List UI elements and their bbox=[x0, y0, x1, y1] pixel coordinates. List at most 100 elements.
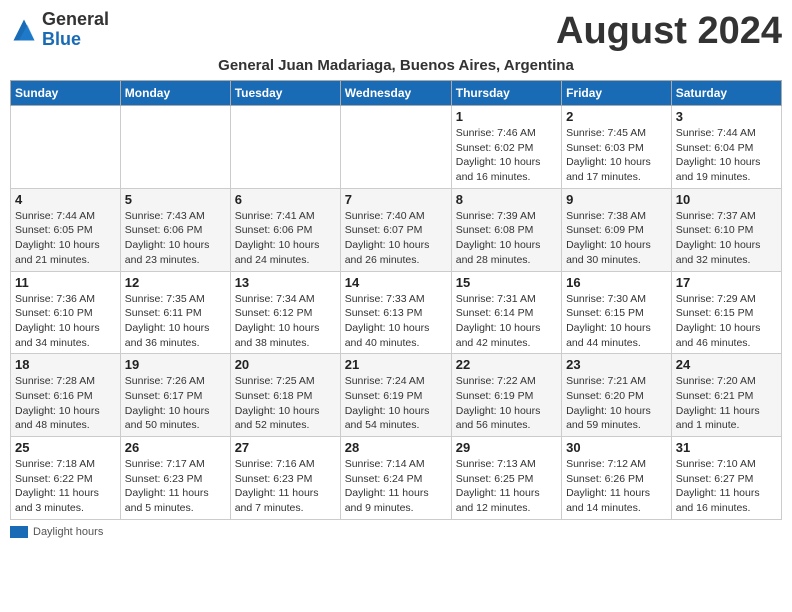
day-cell: 7 Sunrise: 7:40 AM Sunset: 6:07 PM Daylig… bbox=[340, 188, 451, 271]
day-number: 28 bbox=[345, 440, 447, 455]
day-cell: 31Sunrise: 7:10 AM Sunset: 6:27 PM Dayli… bbox=[671, 437, 781, 520]
day-number: 12 bbox=[125, 275, 226, 290]
day-number: 7 bbox=[345, 192, 447, 207]
day-cell: 17Sunrise: 7:29 AM Sunset: 6:15 PM Dayli… bbox=[671, 271, 781, 354]
day-number: 26 bbox=[125, 440, 226, 455]
day-detail: Sunrise: 7:29 AM Sunset: 6:15 PM Dayligh… bbox=[676, 292, 777, 351]
day-detail: Sunrise: 7:13 AM Sunset: 6:25 PM Dayligh… bbox=[456, 457, 557, 516]
day-cell bbox=[340, 106, 451, 189]
header-day: Thursday bbox=[451, 81, 561, 106]
day-detail: Sunrise: 7:37 AM Sunset: 6:10 PM Dayligh… bbox=[676, 209, 777, 268]
location-title: General Juan Madariaga, Buenos Aires, Ar… bbox=[10, 57, 782, 74]
calendar-body: 1 Sunrise: 7:46 AM Sunset: 6:02 PM Daylig… bbox=[11, 106, 782, 520]
day-number: 30 bbox=[566, 440, 667, 455]
day-number: 4 bbox=[15, 192, 116, 207]
day-cell: 23Sunrise: 7:21 AM Sunset: 6:20 PM Dayli… bbox=[562, 354, 672, 437]
logo-text: General Blue bbox=[42, 10, 109, 50]
day-detail: Sunrise: 7:40 AM Sunset: 6:07 PM Dayligh… bbox=[345, 209, 447, 268]
logo: General Blue bbox=[10, 10, 109, 50]
calendar-header: SundayMondayTuesdayWednesdayThursdayFrid… bbox=[11, 81, 782, 106]
day-detail: Sunrise: 7:14 AM Sunset: 6:24 PM Dayligh… bbox=[345, 457, 447, 516]
day-number: 6 bbox=[235, 192, 336, 207]
day-detail: Sunrise: 7:33 AM Sunset: 6:13 PM Dayligh… bbox=[345, 292, 447, 351]
week-row: 25 Sunrise: 7:18 AM Sunset: 6:22 PM Dayli… bbox=[11, 437, 782, 520]
day-cell: 11Sunrise: 7:36 AM Sunset: 6:10 PM Dayli… bbox=[11, 271, 121, 354]
day-cell: 26 Sunrise: 7:17 AM Sunset: 6:23 PM Dayli… bbox=[120, 437, 230, 520]
day-number: 8 bbox=[456, 192, 557, 207]
day-detail: Sunrise: 7:18 AM Sunset: 6:22 PM Dayligh… bbox=[15, 457, 116, 516]
day-number: 22 bbox=[456, 357, 557, 372]
day-number: 27 bbox=[235, 440, 336, 455]
day-number: 10 bbox=[676, 192, 777, 207]
day-detail: Sunrise: 7:30 AM Sunset: 6:15 PM Dayligh… bbox=[566, 292, 667, 351]
day-cell: 24 Sunrise: 7:20 AM Sunset: 6:21 PM Dayli… bbox=[671, 354, 781, 437]
day-cell: 5 Sunrise: 7:43 AM Sunset: 6:06 PM Daylig… bbox=[120, 188, 230, 271]
day-detail: Sunrise: 7:43 AM Sunset: 6:06 PM Dayligh… bbox=[125, 209, 226, 268]
logo-general: General bbox=[42, 10, 109, 30]
day-cell: 22Sunrise: 7:22 AM Sunset: 6:19 PM Dayli… bbox=[451, 354, 561, 437]
day-cell bbox=[11, 106, 121, 189]
day-detail: Sunrise: 7:16 AM Sunset: 6:23 PM Dayligh… bbox=[235, 457, 336, 516]
header-day: Saturday bbox=[671, 81, 781, 106]
day-cell: 14 Sunrise: 7:33 AM Sunset: 6:13 PM Dayli… bbox=[340, 271, 451, 354]
day-cell: 21 Sunrise: 7:24 AM Sunset: 6:19 PM Dayli… bbox=[340, 354, 451, 437]
day-cell: 27 Sunrise: 7:16 AM Sunset: 6:23 PM Dayli… bbox=[230, 437, 340, 520]
day-detail: Sunrise: 7:34 AM Sunset: 6:12 PM Dayligh… bbox=[235, 292, 336, 351]
day-cell: 13 Sunrise: 7:34 AM Sunset: 6:12 PM Dayli… bbox=[230, 271, 340, 354]
day-number: 19 bbox=[125, 357, 226, 372]
day-detail: Sunrise: 7:46 AM Sunset: 6:02 PM Dayligh… bbox=[456, 126, 557, 185]
header-day: Sunday bbox=[11, 81, 121, 106]
day-detail: Sunrise: 7:20 AM Sunset: 6:21 PM Dayligh… bbox=[676, 374, 777, 433]
day-cell: 15Sunrise: 7:31 AM Sunset: 6:14 PM Dayli… bbox=[451, 271, 561, 354]
day-cell: 1 Sunrise: 7:46 AM Sunset: 6:02 PM Daylig… bbox=[451, 106, 561, 189]
logo-icon bbox=[10, 16, 38, 44]
header: General Blue August 2024 bbox=[10, 10, 782, 53]
day-number: 2 bbox=[566, 109, 667, 124]
day-cell: 2 Sunrise: 7:45 AM Sunset: 6:03 PM Daylig… bbox=[562, 106, 672, 189]
day-detail: Sunrise: 7:21 AM Sunset: 6:20 PM Dayligh… bbox=[566, 374, 667, 433]
day-detail: Sunrise: 7:35 AM Sunset: 6:11 PM Dayligh… bbox=[125, 292, 226, 351]
day-cell: 18Sunrise: 7:28 AM Sunset: 6:16 PM Dayli… bbox=[11, 354, 121, 437]
header-day: Monday bbox=[120, 81, 230, 106]
day-number: 5 bbox=[125, 192, 226, 207]
day-detail: Sunrise: 7:36 AM Sunset: 6:10 PM Dayligh… bbox=[15, 292, 116, 351]
day-detail: Sunrise: 7:41 AM Sunset: 6:06 PM Dayligh… bbox=[235, 209, 336, 268]
header-day: Wednesday bbox=[340, 81, 451, 106]
day-detail: Sunrise: 7:26 AM Sunset: 6:17 PM Dayligh… bbox=[125, 374, 226, 433]
day-number: 14 bbox=[345, 275, 447, 290]
day-number: 21 bbox=[345, 357, 447, 372]
day-detail: Sunrise: 7:38 AM Sunset: 6:09 PM Dayligh… bbox=[566, 209, 667, 268]
day-detail: Sunrise: 7:17 AM Sunset: 6:23 PM Dayligh… bbox=[125, 457, 226, 516]
day-cell: 19 Sunrise: 7:26 AM Sunset: 6:17 PM Dayli… bbox=[120, 354, 230, 437]
month-title: August 2024 bbox=[556, 10, 782, 53]
day-number: 20 bbox=[235, 357, 336, 372]
week-row: 18Sunrise: 7:28 AM Sunset: 6:16 PM Dayli… bbox=[11, 354, 782, 437]
day-cell: 28 Sunrise: 7:14 AM Sunset: 6:24 PM Dayli… bbox=[340, 437, 451, 520]
day-cell: 16 Sunrise: 7:30 AM Sunset: 6:15 PM Dayli… bbox=[562, 271, 672, 354]
day-cell: 25 Sunrise: 7:18 AM Sunset: 6:22 PM Dayli… bbox=[11, 437, 121, 520]
day-cell: 8 Sunrise: 7:39 AM Sunset: 6:08 PM Daylig… bbox=[451, 188, 561, 271]
day-number: 18 bbox=[15, 357, 116, 372]
day-detail: Sunrise: 7:39 AM Sunset: 6:08 PM Dayligh… bbox=[456, 209, 557, 268]
day-number: 24 bbox=[676, 357, 777, 372]
day-number: 16 bbox=[566, 275, 667, 290]
day-number: 25 bbox=[15, 440, 116, 455]
day-number: 3 bbox=[676, 109, 777, 124]
day-number: 1 bbox=[456, 109, 557, 124]
footer: Daylight hours bbox=[10, 526, 782, 538]
day-number: 31 bbox=[676, 440, 777, 455]
day-detail: Sunrise: 7:12 AM Sunset: 6:26 PM Dayligh… bbox=[566, 457, 667, 516]
daylight-swatch bbox=[10, 526, 28, 538]
day-detail: Sunrise: 7:45 AM Sunset: 6:03 PM Dayligh… bbox=[566, 126, 667, 185]
day-detail: Sunrise: 7:24 AM Sunset: 6:19 PM Dayligh… bbox=[345, 374, 447, 433]
calendar-table: SundayMondayTuesdayWednesdayThursdayFrid… bbox=[10, 80, 782, 520]
day-number: 15 bbox=[456, 275, 557, 290]
day-cell: 6 Sunrise: 7:41 AM Sunset: 6:06 PM Daylig… bbox=[230, 188, 340, 271]
header-row: SundayMondayTuesdayWednesdayThursdayFrid… bbox=[11, 81, 782, 106]
day-cell: 3Sunrise: 7:44 AM Sunset: 6:04 PM Daylig… bbox=[671, 106, 781, 189]
day-number: 9 bbox=[566, 192, 667, 207]
day-detail: Sunrise: 7:25 AM Sunset: 6:18 PM Dayligh… bbox=[235, 374, 336, 433]
day-cell: 10 Sunrise: 7:37 AM Sunset: 6:10 PM Dayli… bbox=[671, 188, 781, 271]
week-row: 4Sunrise: 7:44 AM Sunset: 6:05 PM Daylig… bbox=[11, 188, 782, 271]
day-number: 13 bbox=[235, 275, 336, 290]
